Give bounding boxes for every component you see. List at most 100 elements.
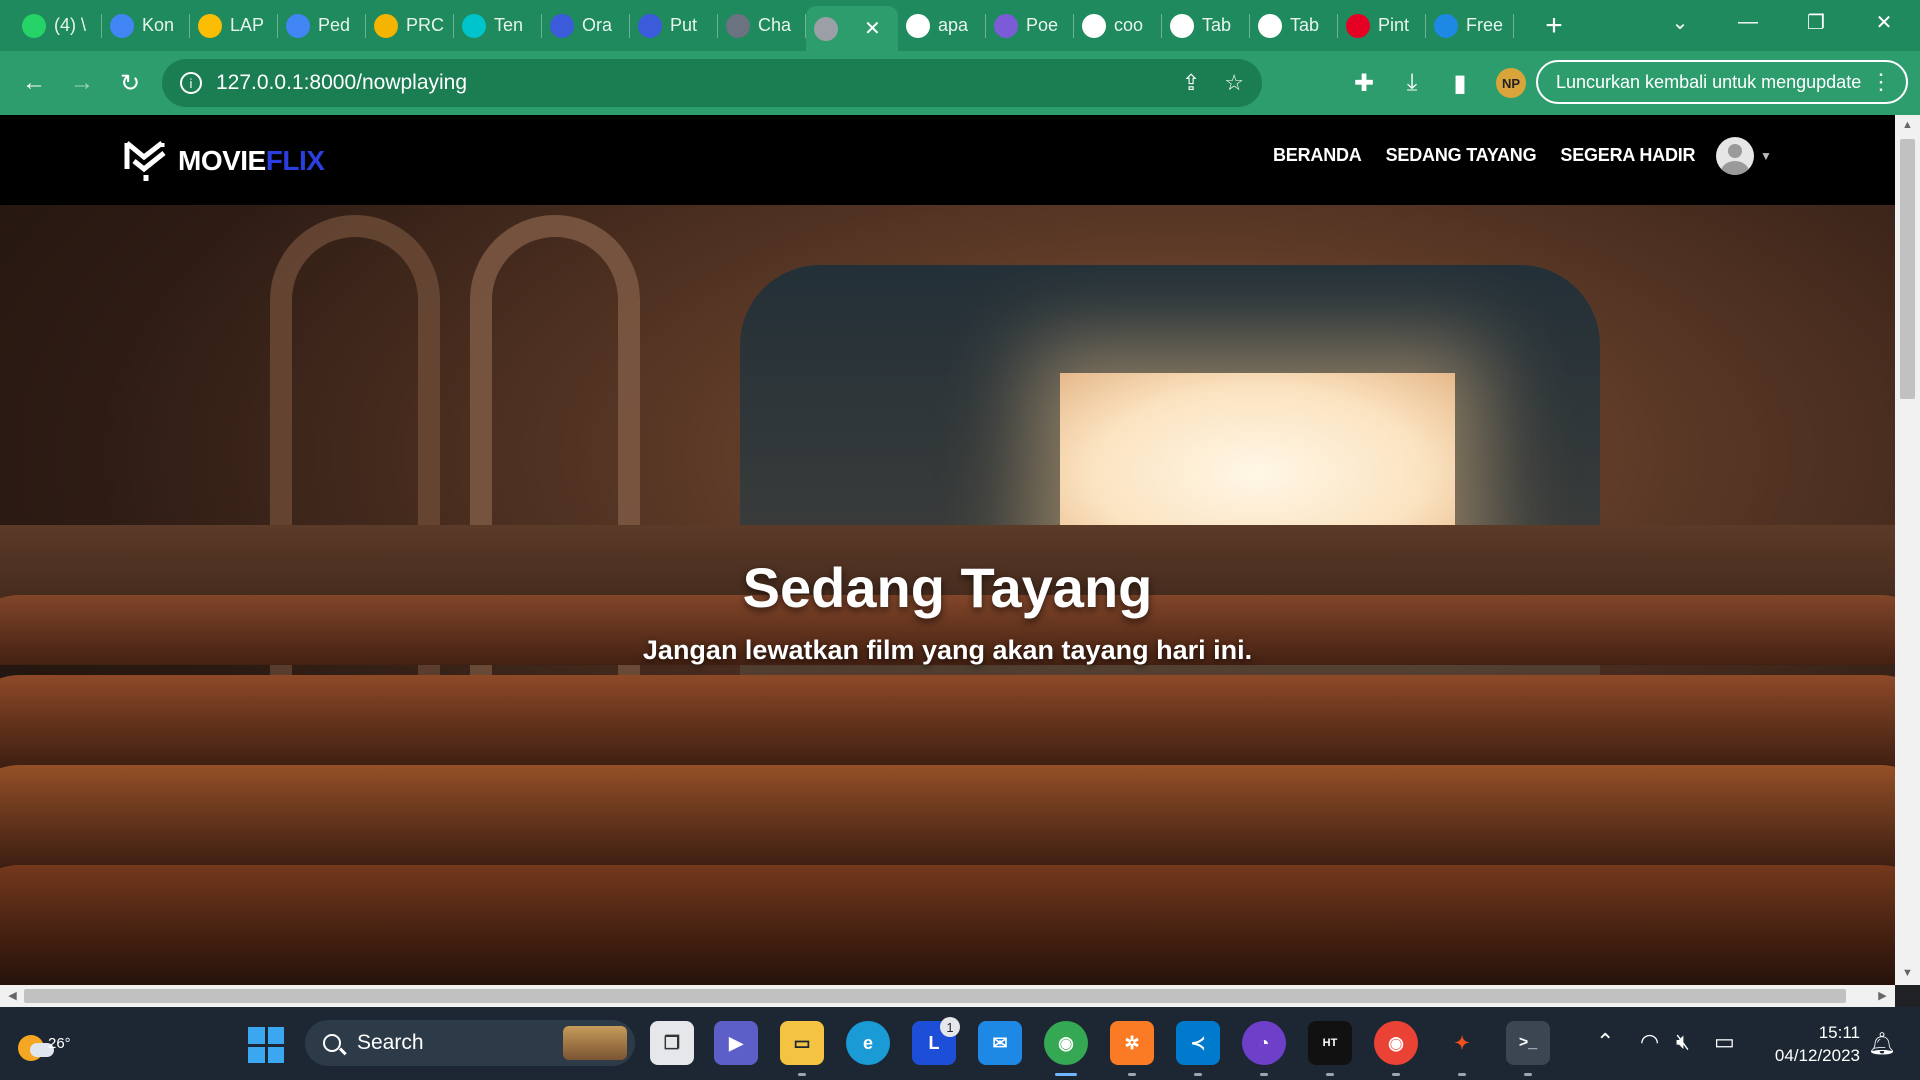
user-menu[interactable]: ▼ — [1716, 137, 1772, 175]
hero-subtitle: Jangan lewatkan film yang akan tayang ha… — [642, 635, 1253, 665]
chrome-icon — [1258, 13, 1282, 38]
browser-tab[interactable]: Tab — [1250, 0, 1338, 51]
figma-icon[interactable]: ✦ — [1440, 1021, 1484, 1065]
browser-tab[interactable]: Pint — [1338, 0, 1426, 51]
xampp-icon[interactable]: ✲ — [1110, 1021, 1154, 1065]
browser-tab[interactable]: Ora — [542, 0, 630, 51]
tab-title: Tab — [1290, 15, 1320, 35]
heart-icon — [550, 13, 574, 38]
horizontal-scrollbar[interactable]: ◀ ▶ — [0, 985, 1895, 1007]
docs-icon — [110, 13, 134, 38]
profile-avatar[interactable]: NP — [1496, 68, 1526, 98]
relaunch-update-label: Luncurkan kembali untuk mengupdate — [1556, 71, 1862, 92]
scroll-right-arrow-icon[interactable]: ▶ — [1870, 989, 1895, 1002]
tab-title: Cha — [758, 15, 792, 35]
tab-title: Ora — [582, 15, 613, 35]
search-icon — [323, 1034, 341, 1052]
browser-tab[interactable]: apa — [898, 0, 986, 51]
browser-tab[interactable]: Put — [630, 0, 718, 51]
download-icon[interactable]: ⤓ — [1394, 65, 1430, 101]
site-info-icon[interactable]: i — [180, 72, 202, 94]
vscode-icon[interactable]: ≺ — [1176, 1021, 1220, 1065]
tab-title: Kon — [142, 15, 175, 35]
tray-chevron-up-icon[interactable]: ⌃ — [1596, 1029, 1614, 1055]
weather-widget[interactable]: 26° — [16, 1021, 71, 1063]
battery-icon[interactable]: ▭ — [1714, 1029, 1735, 1055]
browser-tab[interactable]: Cha — [718, 0, 806, 51]
start-button[interactable] — [248, 1027, 284, 1063]
running-indicator — [1128, 1073, 1136, 1076]
task-view-icon[interactable]: ❐ — [650, 1021, 694, 1065]
tab-title: LAP — [230, 15, 265, 35]
tab-title: (4) \ — [54, 15, 87, 35]
website-copier-icon[interactable]: HT — [1308, 1021, 1352, 1065]
tab-title: Poe — [1026, 15, 1059, 35]
openai-icon — [726, 13, 750, 38]
vertical-scrollbar[interactable]: ▲ ▼ — [1895, 115, 1920, 985]
nav-segera-hadir[interactable]: SEGERA HADIR — [1560, 145, 1695, 166]
tab-title: apa — [938, 15, 969, 35]
address-bar[interactable]: i 127.0.0.1:8000/nowplaying ⇪ ☆ — [162, 59, 1262, 107]
extensions-icon[interactable]: ✚ — [1346, 65, 1382, 101]
browser-tab[interactable]: LAP — [190, 0, 278, 51]
system-clock[interactable]: 15:11 04/12/2023 — [1752, 1021, 1860, 1067]
speaker-muted-icon[interactable]: 🔇︎ — [1676, 1029, 1690, 1055]
browser-tab[interactable]: Kon — [102, 0, 190, 51]
tab-search-chevron-icon[interactable]: ⌄ — [1650, 0, 1710, 44]
running-indicator — [1524, 1073, 1532, 1076]
bookmark-star-icon[interactable]: ☆ — [1224, 70, 1244, 96]
url-text[interactable]: 127.0.0.1:8000/nowplaying — [216, 71, 467, 95]
horizontal-scroll-thumb[interactable] — [24, 989, 1846, 1003]
running-indicator — [1458, 1073, 1466, 1076]
browser-tab[interactable]: coo — [1074, 0, 1162, 51]
mail-icon[interactable]: ✉ — [978, 1021, 1022, 1065]
browser-tab[interactable]: PRC — [366, 0, 454, 51]
nav-beranda[interactable]: BERANDA — [1273, 145, 1362, 166]
browser-tab[interactable]: ✕ — [806, 6, 898, 51]
browser-tab[interactable]: Ped — [278, 0, 366, 51]
nav-sedang-tayang[interactable]: SEDANG TAYANG — [1386, 145, 1537, 166]
tab-title: PRC — [406, 15, 445, 35]
close-tab-icon[interactable]: ✕ — [864, 16, 881, 41]
browser-tab[interactable]: Tab — [1162, 0, 1250, 51]
share-icon[interactable]: ⇪ — [1182, 70, 1200, 96]
scroll-left-arrow-icon[interactable]: ◀ — [0, 989, 25, 1002]
restore-button[interactable]: ❐ — [1786, 0, 1846, 44]
forward-button[interactable]: → — [58, 59, 106, 107]
notification-bell-icon[interactable]: 🔔︎ — [1868, 1031, 1896, 1057]
side-panel-icon[interactable]: ▮ — [1442, 65, 1478, 101]
tab-title: Tab — [1202, 15, 1232, 35]
hero-title: Sedang Tayang — [742, 556, 1153, 619]
caret-down-icon[interactable]: ▼ — [1760, 149, 1772, 163]
terminal-icon[interactable]: >_ — [1506, 1021, 1550, 1065]
browser-tab[interactable]: Ten — [454, 0, 542, 51]
vertical-scroll-thumb[interactable] — [1900, 139, 1915, 399]
teams-chat-icon[interactable]: ▶ — [714, 1021, 758, 1065]
chrome-icon[interactable]: ◉ — [1044, 1021, 1088, 1065]
browser-tab[interactable]: (4) \ — [14, 0, 102, 51]
site-logo[interactable]: MOVIE FLIX — [124, 139, 325, 183]
taskbar-search[interactable]: Search — [305, 1020, 635, 1066]
new-tab-button[interactable]: + — [1534, 9, 1574, 43]
relaunch-update-button[interactable]: Luncurkan kembali untuk mengupdate ⋮ — [1536, 60, 1908, 104]
chat-icon — [638, 13, 662, 38]
browser-tab[interactable]: Poe — [986, 0, 1074, 51]
reload-button[interactable]: ↻ — [106, 59, 154, 107]
user-avatar-icon[interactable] — [1716, 137, 1754, 175]
windows-logo-icon — [248, 1027, 265, 1044]
back-button[interactable]: ← — [10, 59, 58, 107]
scroll-down-arrow-icon[interactable]: ▼ — [1895, 967, 1920, 979]
taskbar-search-label: Search — [357, 1031, 424, 1054]
file-explorer-icon[interactable]: ▭ — [780, 1021, 824, 1065]
chrome-profile-icon[interactable]: ◉ — [1374, 1021, 1418, 1065]
browser-tab[interactable]: Free — [1426, 0, 1514, 51]
wifi-icon[interactable]: ◠ — [1640, 1029, 1659, 1055]
close-window-button[interactable]: ✕ — [1854, 0, 1914, 44]
menu-dots-icon[interactable]: ⋮ — [1870, 69, 1892, 95]
clock-time: 15:11 — [1818, 1023, 1860, 1042]
minimize-button[interactable]: — — [1718, 0, 1778, 44]
github-desktop-icon[interactable]: ◔ — [1242, 1021, 1286, 1065]
weather-temperature: 26° — [48, 1035, 71, 1052]
scroll-up-arrow-icon[interactable]: ▲ — [1895, 119, 1920, 131]
edge-browser-icon[interactable]: e — [846, 1021, 890, 1065]
